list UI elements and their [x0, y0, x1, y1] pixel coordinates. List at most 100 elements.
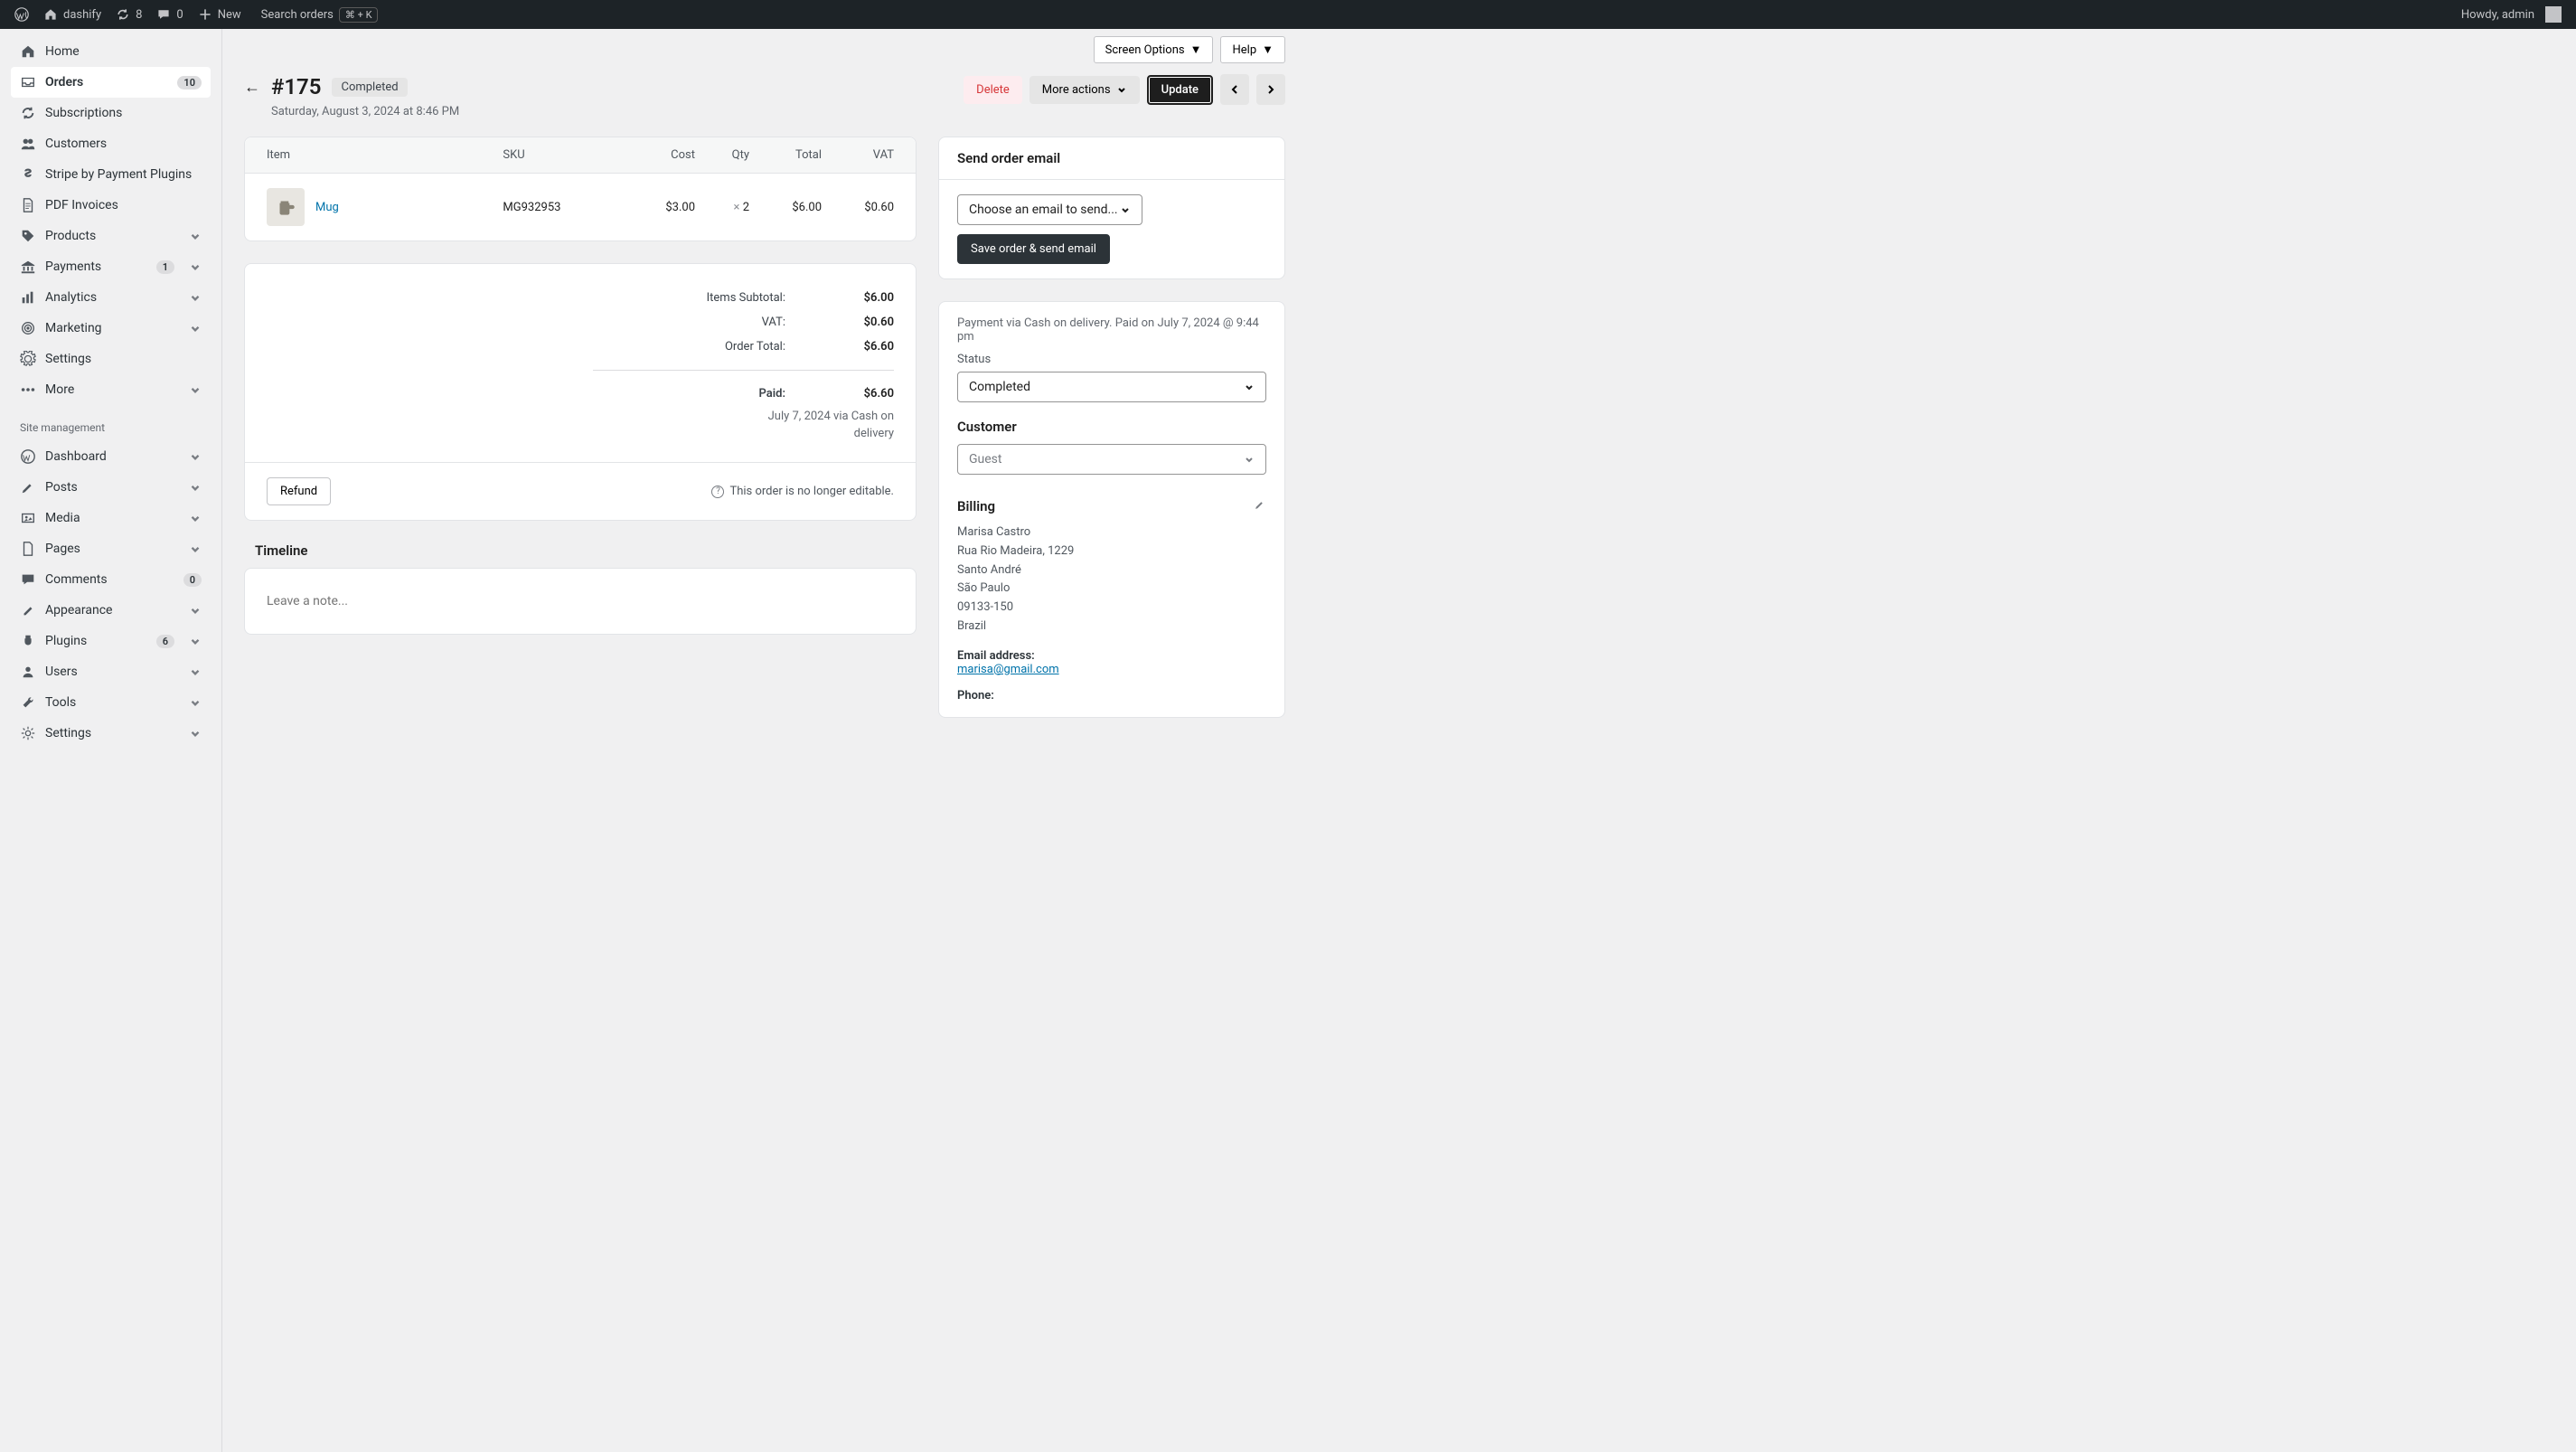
plugins-count-badge: 6 — [156, 635, 174, 648]
sidebar-item-orders[interactable]: Orders10 — [11, 67, 211, 98]
sidebar-item-label: Tools — [45, 695, 180, 710]
sidebar-item-appearance[interactable]: Appearance — [11, 595, 211, 626]
howdy-link[interactable]: Howdy, admin — [2454, 0, 2569, 29]
email-select[interactable]: Choose an email to send... — [957, 194, 1142, 225]
sidebar-item-pages[interactable]: Pages — [11, 533, 211, 564]
back-arrow[interactable]: ← — [244, 78, 260, 97]
chevron-down-icon — [189, 512, 202, 524]
sidebar-item-comments[interactable]: Comments0 — [11, 564, 211, 595]
delete-button[interactable]: Delete — [964, 76, 1022, 104]
updates-link[interactable]: 8 — [108, 0, 149, 29]
status-select[interactable]: Completed — [957, 372, 1266, 402]
sidebar-item-label: Comments — [45, 572, 174, 587]
gear-icon — [20, 351, 36, 367]
billing-address-line: Santo André — [957, 561, 1266, 580]
order-total-value: $6.60 — [822, 340, 894, 354]
sidebar-item-plugins[interactable]: Plugins 6 — [11, 626, 211, 656]
sidebar-item-label: Products — [45, 229, 180, 243]
howdy-text: Howdy, admin — [2461, 8, 2534, 22]
comment-icon — [20, 571, 36, 588]
billing-address-line: Brazil — [957, 618, 1266, 636]
sidebar-item-pdf-invoices[interactable]: PDF Invoices — [11, 190, 211, 221]
chevron-down-icon — [189, 450, 202, 463]
sidebar-item-posts[interactable]: Posts — [11, 472, 211, 503]
ellipsis-icon — [20, 382, 36, 398]
site-link[interactable]: dashify — [36, 0, 108, 29]
chevron-down-icon — [189, 635, 202, 647]
billing-heading: Billing — [957, 498, 995, 514]
sidebar-item-customers[interactable]: Customers — [11, 128, 211, 159]
refresh-icon — [116, 7, 130, 22]
sidebar-item-home[interactable]: Home — [11, 36, 211, 67]
send-email-title: Send order email — [939, 137, 1284, 180]
product-link[interactable]: Mug — [315, 201, 339, 214]
chevron-down-icon — [1116, 84, 1127, 95]
paid-subtext: delivery — [267, 427, 894, 440]
sidebar-item-label: Plugins — [45, 634, 147, 648]
sidebar-item-tools[interactable]: Tools — [11, 687, 211, 718]
update-button[interactable]: Update — [1147, 75, 1213, 105]
sidebar-item-label: Pages — [45, 542, 180, 556]
sidebar-item-payments[interactable]: Payments1 — [11, 251, 211, 282]
sidebar-item-stripe[interactable]: Stripe by Payment Plugins — [11, 159, 211, 190]
customer-select[interactable]: Guest — [957, 444, 1266, 475]
sidebar-item-users[interactable]: Users — [11, 656, 211, 687]
col-header-total: Total — [749, 148, 822, 162]
edit-billing-icon[interactable] — [1254, 498, 1266, 514]
send-email-button[interactable]: Save order & send email — [957, 234, 1110, 264]
chevron-down-icon — [189, 542, 202, 555]
site-name: dashify — [63, 8, 101, 22]
sidebar-item-dashboard[interactable]: Dashboard — [11, 441, 211, 472]
subtotal-label: Items Subtotal: — [707, 291, 785, 305]
refresh-icon — [20, 105, 36, 121]
more-actions-button[interactable]: More actions — [1029, 76, 1140, 104]
sidebar-item-label: Posts — [45, 480, 180, 495]
sidebar-item-subscriptions[interactable]: Subscriptions — [11, 98, 211, 128]
sidebar-item-label: More — [45, 382, 180, 397]
sidebar-item-marketing[interactable]: Marketing — [11, 313, 211, 344]
prev-order-button[interactable] — [1220, 74, 1249, 105]
order-date: Saturday, August 3, 2024 at 8:46 PM — [271, 105, 459, 118]
paid-label: Paid: — [759, 387, 786, 401]
sidebar-item-label: Stripe by Payment Plugins — [45, 167, 202, 182]
help-button[interactable]: Help▼ — [1220, 36, 1285, 63]
comments-count: 0 — [176, 8, 183, 22]
sidebar-item-label: PDF Invoices — [45, 198, 202, 212]
search-shortcut: ⌘ + K — [339, 7, 379, 23]
sidebar-item-products[interactable]: Products — [11, 221, 211, 251]
wordpress-icon — [14, 7, 29, 22]
billing-email-link[interactable]: marisa@gmail.com — [957, 663, 1059, 676]
sidebar-item-more[interactable]: More — [11, 374, 211, 405]
timeline-note-input[interactable] — [258, 576, 903, 627]
wordpress-icon — [20, 448, 36, 465]
pin-icon — [20, 479, 36, 495]
order-status-pill: Completed — [332, 78, 407, 97]
sidebar-item-settings[interactable]: Settings — [11, 344, 211, 374]
search-orders[interactable]: Search orders⌘ + K — [249, 7, 386, 23]
customer-select-value: Guest — [969, 452, 1001, 467]
comments-link[interactable]: 0 — [149, 0, 190, 29]
chevron-left-icon — [1229, 84, 1240, 95]
order-meta-card: Payment via Cash on delivery. Paid on Ju… — [938, 301, 1285, 718]
send-email-card: Send order email Choose an email to send… — [938, 137, 1285, 279]
screen-options-button[interactable]: Screen Options▼ — [1094, 36, 1214, 63]
chevron-right-icon — [1265, 84, 1276, 95]
timeline-card — [244, 568, 917, 635]
col-header-cost: Cost — [632, 148, 695, 162]
refund-button[interactable]: Refund — [267, 477, 331, 505]
sidebar-item-media[interactable]: Media — [11, 503, 211, 533]
sidebar-item-analytics[interactable]: Analytics — [11, 282, 211, 313]
sidebar-heading: Site management — [11, 405, 211, 441]
users-icon — [20, 136, 36, 152]
next-order-button[interactable] — [1256, 74, 1285, 105]
chevron-down-icon — [189, 696, 202, 709]
new-link[interactable]: New — [191, 0, 249, 29]
gear-icon — [20, 725, 36, 741]
sidebar-item-label: Analytics — [45, 290, 180, 305]
help-icon: ? — [711, 486, 724, 498]
tag-icon — [20, 228, 36, 244]
sidebar-item-label: Marketing — [45, 321, 180, 335]
subtotal-value: $6.00 — [822, 291, 894, 305]
sidebar-item-settings2[interactable]: Settings — [11, 718, 211, 749]
wp-logo[interactable] — [7, 0, 36, 29]
